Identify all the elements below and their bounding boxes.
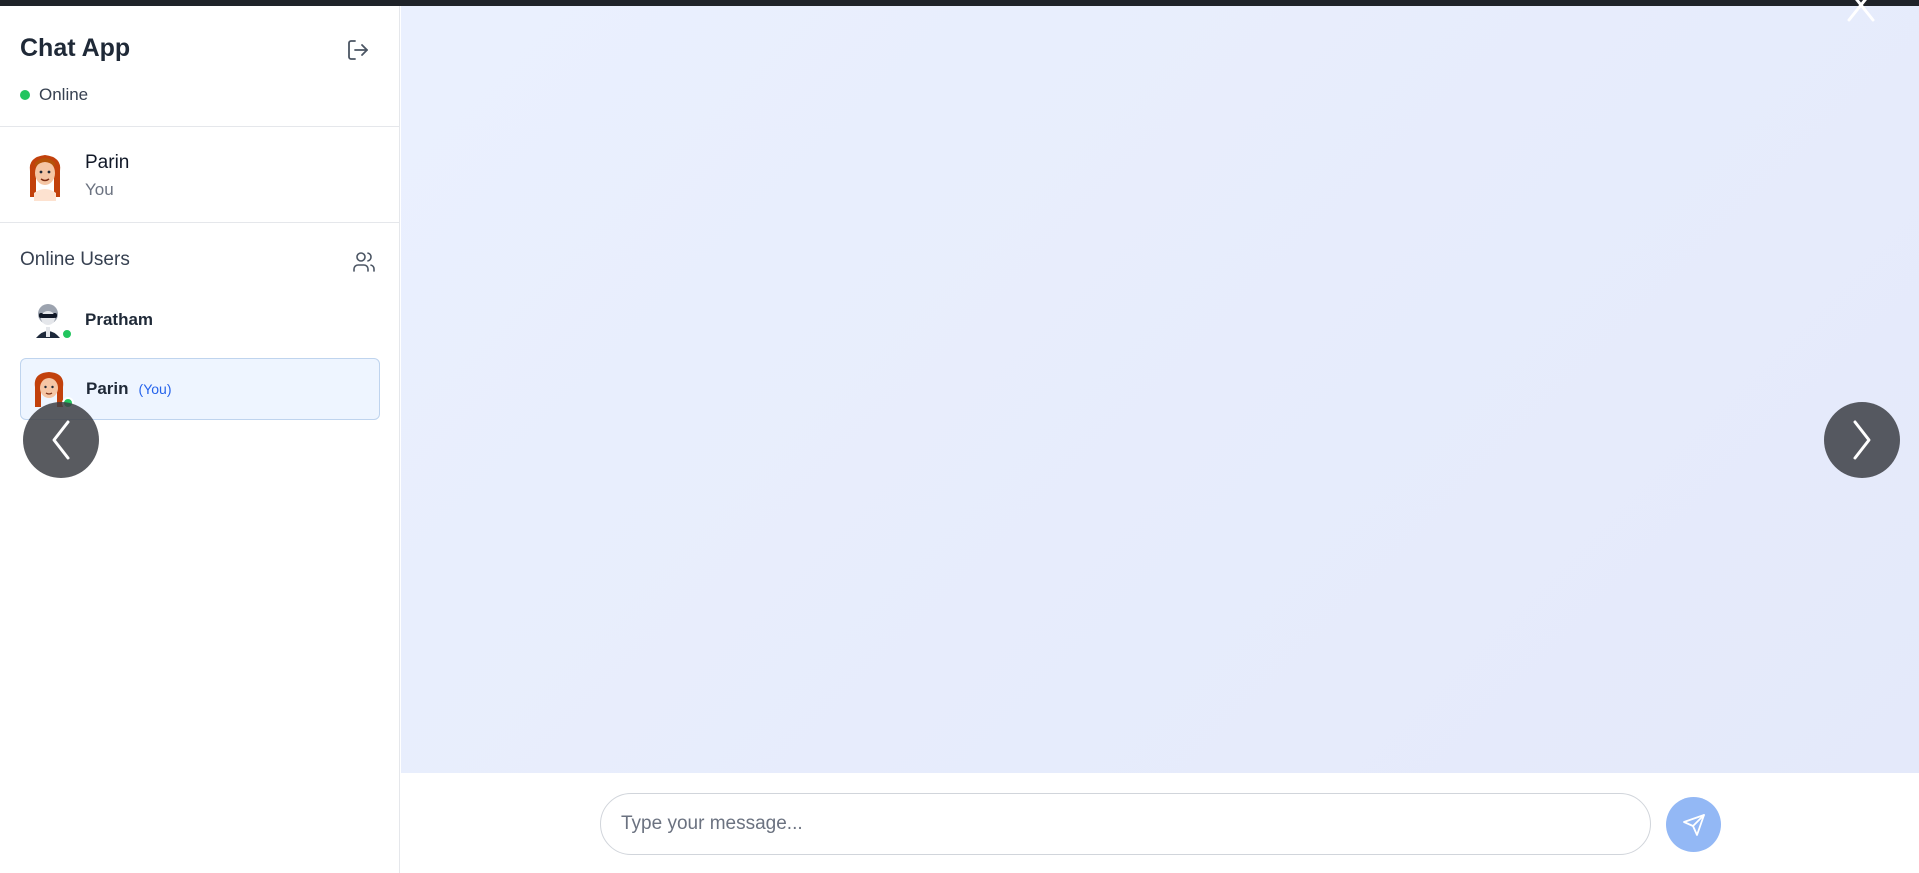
avatar: [28, 300, 73, 340]
logout-button[interactable]: [344, 36, 372, 64]
close-icon: [1847, 0, 1875, 22]
message-composer: [401, 773, 1919, 873]
current-user-card: Parin You: [0, 127, 399, 223]
send-button[interactable]: [1666, 797, 1721, 852]
online-user-name: Parin: [86, 379, 129, 398]
connection-status: Online: [20, 85, 88, 105]
top-bar: [0, 0, 1919, 6]
send-icon: [1682, 813, 1705, 836]
app-title: Chat App: [20, 34, 131, 62]
logout-icon: [348, 40, 368, 60]
chat-messages-area: [401, 6, 1919, 773]
previous-button[interactable]: [23, 402, 99, 478]
avatar: [29, 155, 61, 201]
current-user-subtitle: You: [85, 180, 114, 199]
you-tag: (You): [138, 381, 172, 397]
sidebar-header: Chat App Online: [0, 6, 399, 127]
online-indicator: [61, 328, 73, 340]
status-dot: [20, 90, 30, 100]
online-user-row-pratham[interactable]: Pratham: [20, 289, 380, 351]
status-text: Online: [39, 85, 89, 104]
online-users-header: Online Users: [0, 223, 399, 285]
current-user-name: Parin: [85, 152, 130, 173]
chevron-left-icon: [52, 420, 70, 460]
chevron-right-icon: [1853, 420, 1871, 460]
next-button[interactable]: [1824, 402, 1900, 478]
close-button[interactable]: [1843, 0, 1879, 26]
message-input[interactable]: [600, 793, 1651, 855]
users-icon: [353, 252, 375, 272]
online-users-title: Online Users: [20, 249, 130, 270]
online-user-name: Pratham: [85, 310, 154, 329]
